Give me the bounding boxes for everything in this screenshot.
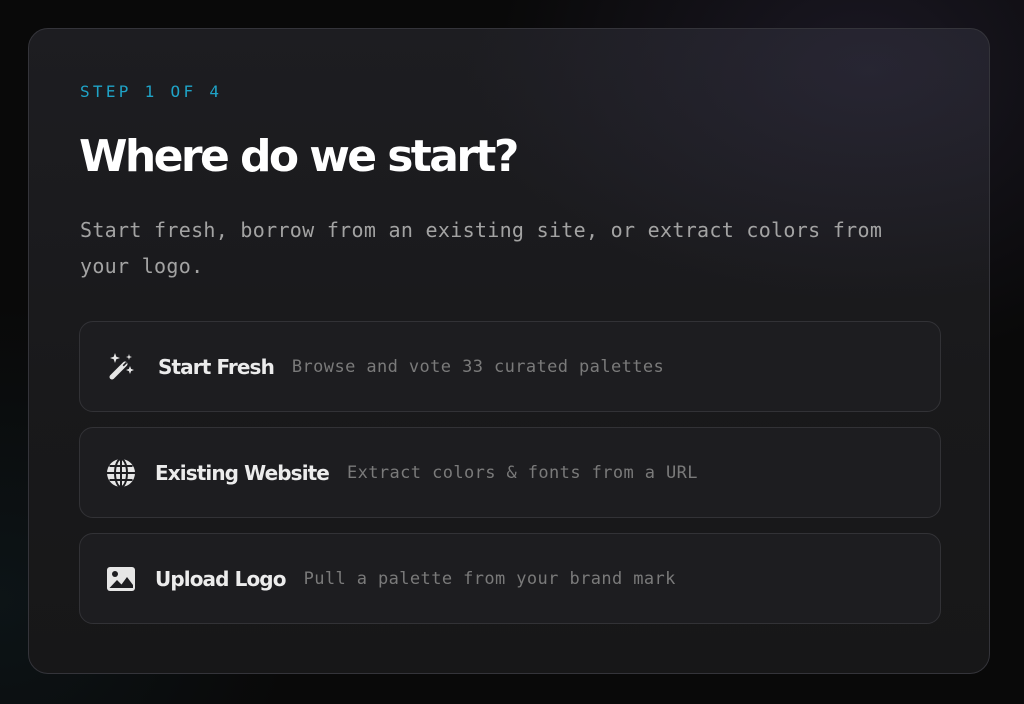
option-start-fresh[interactable]: Start Fresh Browse and vote 33 curated p… xyxy=(79,321,941,412)
magic-wand-icon xyxy=(105,351,137,383)
option-existing-website[interactable]: Existing Website Extract colors & fonts … xyxy=(79,427,941,518)
onboarding-card: STEP 1 OF 4 Where do we start? Start fre… xyxy=(28,28,990,674)
option-description: Browse and vote 33 curated palettes xyxy=(291,356,665,377)
option-description: Pull a palette from your brand mark xyxy=(303,568,676,589)
image-icon xyxy=(105,563,137,595)
option-label: Start Fresh xyxy=(158,354,275,379)
step-indicator: STEP 1 OF 4 xyxy=(80,82,223,101)
option-description: Extract colors & fonts from a URL xyxy=(346,462,698,483)
option-label: Upload Logo xyxy=(155,566,286,591)
start-options-list: Start Fresh Browse and vote 33 curated p… xyxy=(79,321,941,639)
page-title: Where do we start? xyxy=(79,131,519,182)
option-label: Existing Website xyxy=(155,460,330,485)
globe-icon xyxy=(105,457,137,489)
page-background: STEP 1 OF 4 Where do we start? Start fre… xyxy=(0,0,1024,704)
option-upload-logo[interactable]: Upload Logo Pull a palette from your bra… xyxy=(79,533,941,624)
page-subtitle: Start fresh, borrow from an existing sit… xyxy=(80,218,883,278)
